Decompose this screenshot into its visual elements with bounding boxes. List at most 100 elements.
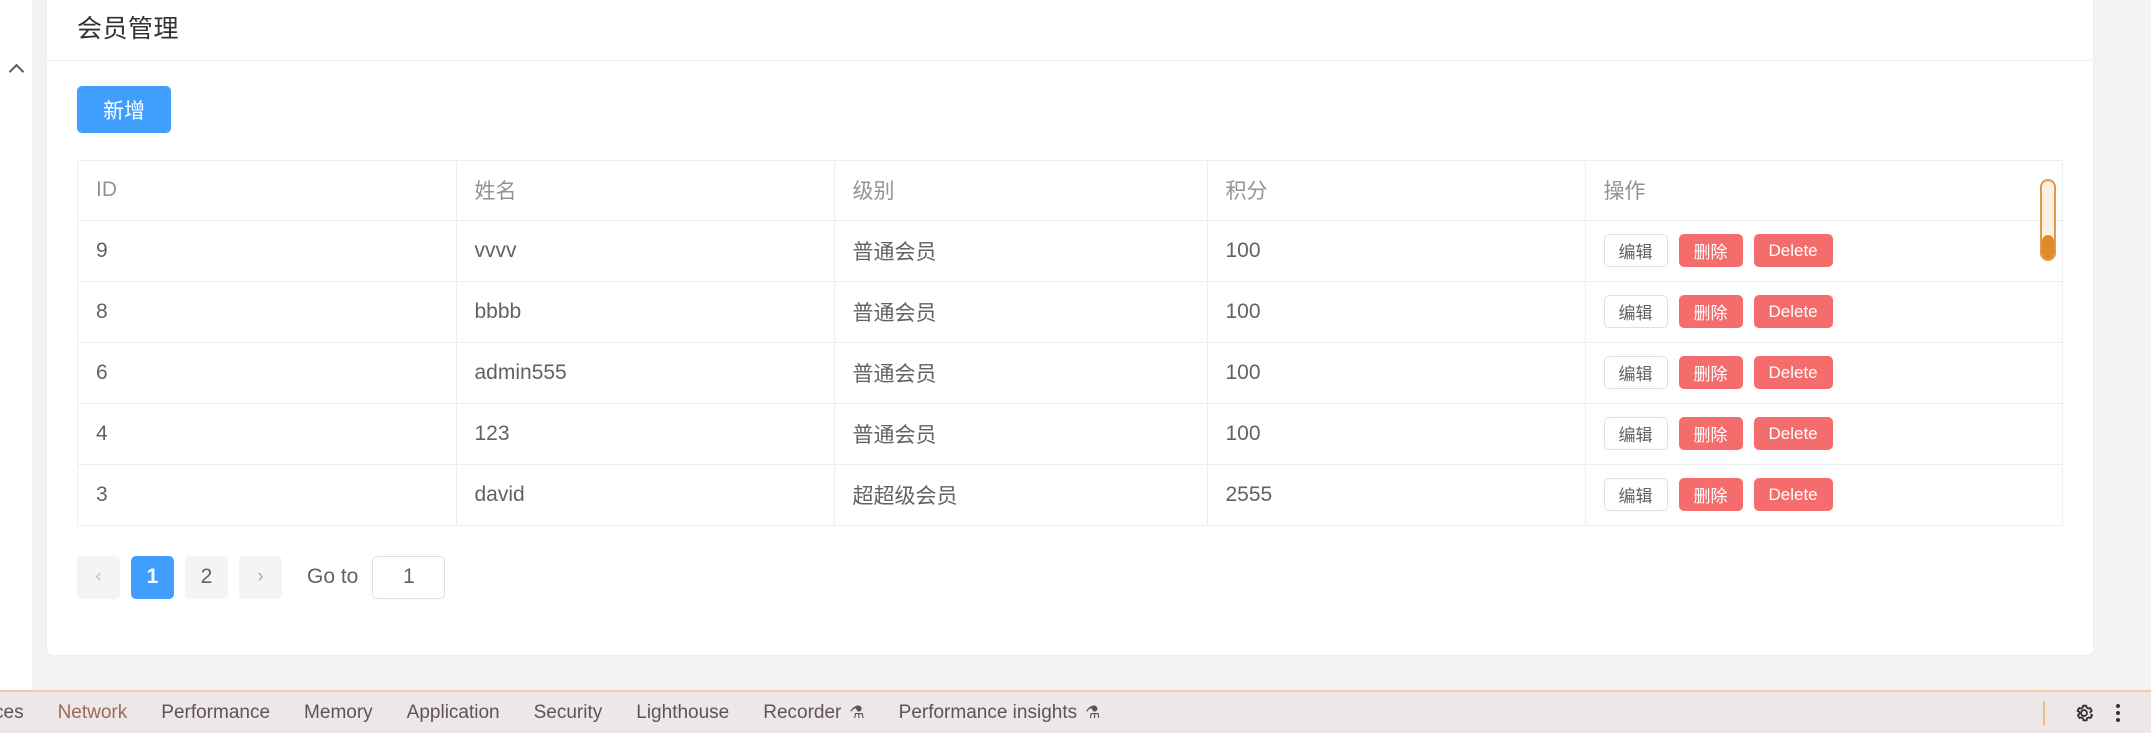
- edit-button[interactable]: 编辑: [1603, 234, 1668, 267]
- edit-button[interactable]: 编辑: [1603, 478, 1668, 511]
- pagination-page-1[interactable]: 1: [131, 555, 174, 599]
- cell-id: 9: [78, 220, 457, 282]
- table-vertical-scrollbar[interactable]: [2040, 179, 2056, 261]
- cell-points: 100: [1207, 342, 1586, 404]
- app-root: 会员管理 新增 ID 姓名 级别 积分 操作 9 vvvv 普通会员 100 编…: [0, 0, 2151, 733]
- action-buttons: 编辑 删除 Delete: [1603, 234, 2045, 267]
- cell-id: 8: [78, 281, 457, 343]
- cell-level: 普通会员: [834, 403, 1208, 465]
- cell-actions: 编辑 删除 Delete: [1585, 220, 2062, 282]
- cell-level: 普通会员: [834, 220, 1208, 282]
- sidebar-collapse-button[interactable]: [0, 56, 32, 82]
- edit-button[interactable]: 编辑: [1603, 295, 1668, 328]
- delete-button-en[interactable]: Delete: [1753, 356, 1833, 389]
- table-body: 9 vvvv 普通会员 100 编辑 删除 Delete 8 bbbb 普通会员…: [78, 220, 2062, 526]
- pagination-next-button[interactable]: ›: [239, 555, 282, 599]
- cell-name: vvvv: [456, 220, 835, 282]
- table-header-row: ID 姓名 级别 积分 操作: [78, 161, 2062, 221]
- devtools-tab-recorder[interactable]: Recorder ⚗: [746, 692, 881, 733]
- page-title: 会员管理: [77, 15, 180, 43]
- cell-actions: 编辑 删除 Delete: [1585, 464, 2062, 526]
- devtools-tab-label: Network: [57, 701, 128, 723]
- cell-id: 4: [78, 403, 457, 465]
- cell-name: bbbb: [456, 281, 835, 343]
- action-buttons: 编辑 删除 Delete: [1603, 417, 2045, 450]
- cell-points: 100: [1207, 281, 1586, 343]
- action-buttons: 编辑 删除 Delete: [1603, 478, 2045, 511]
- devtools-tab-label: Recorder: [763, 701, 842, 723]
- devtools-tab-network[interactable]: Network: [41, 692, 145, 733]
- cell-points: 100: [1207, 403, 1586, 465]
- delete-button-en[interactable]: Delete: [1753, 478, 1833, 511]
- delete-button-cn[interactable]: 删除: [1678, 295, 1743, 328]
- delete-button-en[interactable]: Delete: [1753, 417, 1833, 450]
- delete-button-en[interactable]: Delete: [1753, 234, 1833, 267]
- delete-button-cn[interactable]: 删除: [1678, 478, 1743, 511]
- devtools-tab-label: Memory: [304, 701, 373, 723]
- devtools-tab-performance-insights[interactable]: Performance insights ⚗: [882, 692, 1118, 733]
- devtools-tab-label: Application: [406, 701, 500, 723]
- column-header-level[interactable]: 级别: [834, 161, 1208, 221]
- goto-page-input[interactable]: [372, 555, 446, 599]
- devtools-more-button[interactable]: [2101, 696, 2135, 730]
- gear-icon: [2076, 704, 2094, 721]
- delete-button-cn[interactable]: 删除: [1678, 234, 1743, 267]
- devtools-tab-security[interactable]: Security: [517, 692, 620, 733]
- delete-button-cn[interactable]: 删除: [1678, 356, 1743, 389]
- pagination-page-2[interactable]: 2: [185, 555, 228, 599]
- table-row: 3 david 超超级会员 2555 编辑 删除 Delete: [78, 464, 2062, 526]
- cell-points: 2555: [1207, 464, 1586, 526]
- cell-actions: 编辑 删除 Delete: [1585, 342, 2062, 404]
- kebab-menu-icon: [2116, 703, 2120, 722]
- column-header-actions: 操作: [1585, 161, 2062, 221]
- edit-button[interactable]: 编辑: [1603, 417, 1668, 450]
- devtools-tab-memory[interactable]: Memory: [287, 692, 390, 733]
- cell-name: david: [456, 464, 835, 526]
- cell-level: 普通会员: [834, 281, 1208, 343]
- action-buttons: 编辑 删除 Delete: [1603, 356, 2045, 389]
- cell-level: 超超级会员: [834, 464, 1208, 526]
- devtools-settings-button[interactable]: [2067, 696, 2101, 730]
- add-member-button[interactable]: 新增: [77, 86, 171, 133]
- devtools-tab-performance[interactable]: Performance: [144, 692, 287, 733]
- delete-button-en[interactable]: Delete: [1753, 295, 1833, 328]
- chevron-up-icon: [8, 63, 24, 79]
- member-table: ID 姓名 级别 积分 操作 9 vvvv 普通会员 100 编辑 删除 Del…: [78, 161, 2062, 526]
- goto-label: Go to: [307, 565, 359, 588]
- devtools-tab-label: Performance insights: [898, 701, 1078, 723]
- table-row: 8 bbbb 普通会员 100 编辑 删除 Delete: [78, 281, 2062, 343]
- left-rail: [0, 0, 32, 690]
- column-header-id[interactable]: ID: [78, 161, 457, 221]
- devtools-tab-label: Lighthouse: [636, 701, 730, 723]
- table-head: ID 姓名 级别 积分 操作: [78, 161, 2062, 221]
- flask-icon: ⚗: [1085, 702, 1101, 722]
- cell-actions: 编辑 删除 Delete: [1585, 403, 2062, 465]
- cell-actions: 编辑 删除 Delete: [1585, 281, 2062, 343]
- column-header-name[interactable]: 姓名: [456, 161, 835, 221]
- toolbar-divider: [2043, 700, 2045, 725]
- devtools-tab-lighthouse[interactable]: Lighthouse: [619, 692, 746, 733]
- card-body: 新增 ID 姓名 级别 积分 操作 9 vvvv 普通会员 100 编辑 删除 …: [47, 61, 2093, 627]
- devtools-tab-sources[interactable]: ces: [0, 692, 41, 733]
- delete-button-cn[interactable]: 删除: [1678, 417, 1743, 450]
- devtools-tab-label: ces: [0, 701, 24, 723]
- table-row: 6 admin555 普通会员 100 编辑 删除 Delete: [78, 342, 2062, 404]
- edit-button[interactable]: 编辑: [1603, 356, 1668, 389]
- table-row: 9 vvvv 普通会员 100 编辑 删除 Delete: [78, 220, 2062, 282]
- column-header-points[interactable]: 积分: [1207, 161, 1586, 221]
- flask-icon: ⚗: [849, 702, 865, 722]
- pagination-prev-button[interactable]: ‹: [77, 555, 120, 599]
- table-row: 4 123 普通会员 100 编辑 删除 Delete: [78, 403, 2062, 465]
- devtools-bar: ces Network Performance Memory Applicati…: [0, 690, 2151, 733]
- devtools-tab-label: Security: [533, 701, 603, 723]
- cell-name: admin555: [456, 342, 835, 404]
- action-buttons: 编辑 删除 Delete: [1603, 295, 2045, 328]
- cell-level: 普通会员: [834, 342, 1208, 404]
- devtools-tab-list: ces Network Performance Memory Applicati…: [0, 692, 2043, 733]
- devtools-toolbar-right: [2043, 692, 2151, 733]
- cell-id: 6: [78, 342, 457, 404]
- card-header: 会员管理: [47, 0, 2093, 61]
- scrollbar-thumb[interactable]: [2042, 235, 2054, 259]
- devtools-tab-application[interactable]: Application: [390, 692, 517, 733]
- cell-points: 100: [1207, 220, 1586, 282]
